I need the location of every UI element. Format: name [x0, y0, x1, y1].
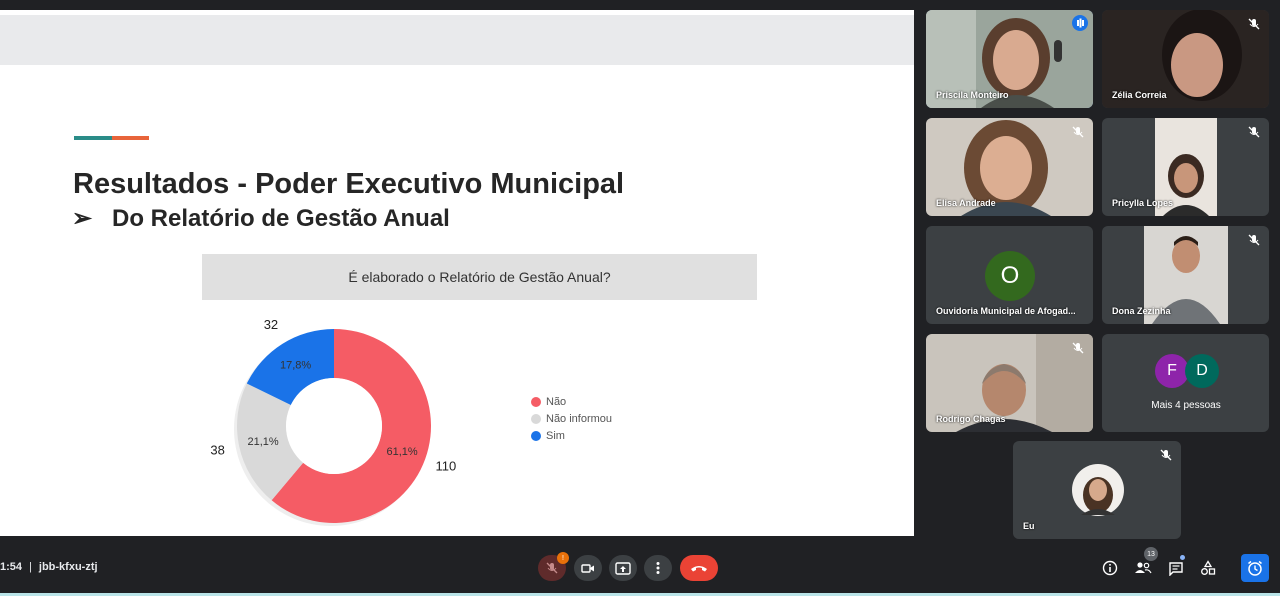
people-count-badge: 13	[1144, 547, 1158, 561]
chart-question: É elaborado o Relatório de Gestão Anual?	[348, 269, 611, 285]
participant-name: Priscila Monteiro	[936, 90, 1009, 100]
legend-item: Não	[531, 393, 612, 410]
chart-question-box: É elaborado o Relatório de Gestão Anual?	[202, 254, 757, 300]
separator: |	[29, 561, 32, 573]
speaking-indicator-icon	[1072, 15, 1088, 31]
slide-header-band	[0, 15, 914, 65]
avatar: O	[985, 251, 1035, 301]
mic-off-icon	[1247, 17, 1261, 31]
legend-label: Não informou	[546, 412, 613, 425]
legend-label: Não	[546, 395, 567, 408]
meeting-controls-bar: 1:54 | jbb-kfxu-ztj ! 13	[0, 541, 1280, 596]
present-screen-icon	[615, 561, 631, 575]
more-vert-icon	[656, 562, 660, 574]
avatar	[1072, 464, 1124, 516]
mic-warning-badge: !	[557, 552, 569, 564]
participant-name: Zélia Correia	[1112, 90, 1167, 100]
slice-count-label: 38	[210, 443, 224, 458]
more-participants-tile[interactable]: F D Mais 4 pessoas	[1102, 334, 1269, 432]
participant-tile-rodrigo[interactable]: Rodrigo Chagas	[926, 334, 1093, 432]
slice-count-label: 32	[264, 317, 278, 332]
meet-window: Resultados - Poder Executivo Municipal ➢…	[0, 0, 1280, 596]
timer-extension-button[interactable]	[1241, 554, 1269, 582]
slice-percent-label: 61,1%	[387, 446, 418, 458]
meeting-time: 1:54	[0, 561, 23, 573]
more-options-button[interactable]	[644, 555, 672, 581]
slide-title: Resultados - Poder Executivo Municipal	[73, 168, 625, 200]
mic-off-icon	[1247, 125, 1261, 139]
legend-swatch	[531, 430, 541, 441]
slice-count-label: 110	[435, 459, 456, 474]
participant-name: Pricylla Lopes	[1112, 198, 1174, 208]
mic-off-icon	[1071, 125, 1085, 139]
activities-icon	[1201, 560, 1216, 575]
legend-item: Sim	[531, 427, 612, 444]
chat-button[interactable]	[1165, 555, 1187, 579]
donut-hole	[286, 378, 382, 474]
slide-subtitle: Do Relatório de Gestão Anual	[112, 205, 450, 232]
more-participants-label: Mais 4 pessoas	[1151, 400, 1221, 411]
present-screen-button[interactable]	[609, 555, 637, 581]
presentation-slide: Resultados - Poder Executivo Municipal ➢…	[0, 10, 914, 536]
participant-tile-zelia[interactable]: Zélia Correia	[1102, 10, 1269, 108]
participant-name: Dona Zezinha	[1112, 306, 1171, 316]
participant-name: Elisa Andrade	[936, 198, 996, 208]
meeting-details-button[interactable]	[1099, 557, 1121, 579]
mic-off-icon	[546, 562, 558, 574]
legend-swatch	[531, 396, 541, 407]
mic-off-icon	[1159, 448, 1173, 462]
alarm-clock-icon	[1248, 560, 1262, 576]
donut-chart: 61,1% 110 21,1% 38 17,8% 32	[210, 317, 456, 526]
slide-subtitle-row: ➢ Do Relatório de Gestão Anual	[72, 204, 450, 233]
people-icon	[1135, 562, 1152, 574]
end-call-icon	[691, 566, 707, 572]
participant-name: Eu	[1023, 521, 1035, 531]
info-icon	[1102, 560, 1118, 576]
slice-percent-label: 17,8%	[280, 360, 311, 372]
participant-tile-ouvidoria[interactable]: O Ouvidoria Municipal de Afogad...	[926, 226, 1093, 324]
arrow-bullet-icon: ➢	[72, 205, 93, 232]
activities-button[interactable]	[1197, 557, 1219, 579]
legend-swatch	[531, 413, 541, 424]
chat-icon	[1169, 561, 1183, 576]
participant-name: Ouvidoria Municipal de Afogad...	[936, 306, 1076, 316]
meeting-info: 1:54 | jbb-kfxu-ztj	[0, 561, 98, 573]
people-button[interactable]: 13	[1132, 547, 1158, 579]
mic-toggle-button[interactable]: !	[538, 552, 569, 581]
legend-item: Não informou	[531, 410, 612, 427]
participant-tile-zezinha[interactable]: Dona Zezinha	[1102, 226, 1269, 324]
slice-percent-label: 21,1%	[247, 436, 278, 448]
camera-icon	[581, 564, 594, 573]
camera-toggle-button[interactable]	[574, 555, 602, 581]
meeting-code: jbb-kfxu-ztj	[38, 561, 98, 573]
leave-call-button[interactable]	[680, 555, 718, 581]
avatar: D	[1185, 354, 1219, 388]
self-tile[interactable]: Eu	[1013, 441, 1181, 539]
participant-tile-elisa[interactable]: Elisa Andrade	[926, 118, 1093, 216]
avatar: F	[1155, 354, 1189, 388]
participant-tile-pricylla[interactable]: Pricylla Lopes	[1102, 118, 1269, 216]
participant-name: Rodrigo Chagas	[936, 414, 1006, 424]
mic-off-icon	[1247, 233, 1261, 247]
mic-off-icon	[1071, 341, 1085, 355]
chart-legend: Não Não informou Sim	[531, 393, 612, 444]
participant-tile-priscila[interactable]: Priscila Monteiro	[926, 10, 1093, 108]
legend-label: Sim	[546, 429, 565, 442]
title-accent-bar	[74, 136, 149, 140]
unread-dot	[1180, 555, 1185, 560]
